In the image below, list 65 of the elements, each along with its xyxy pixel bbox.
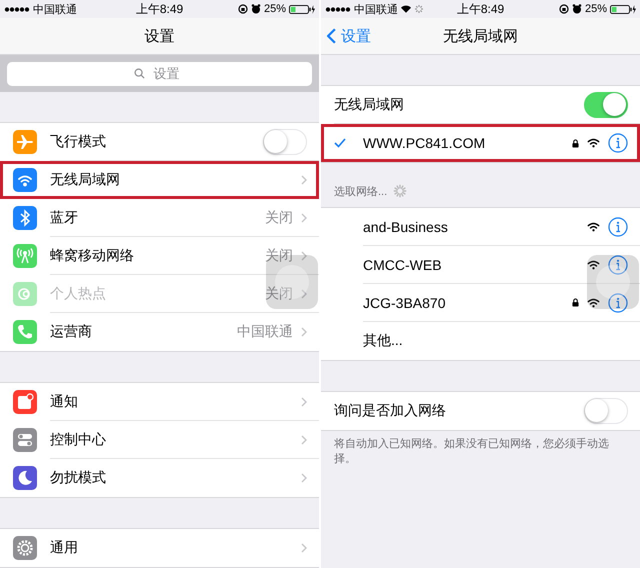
row-label: 勿扰模式 (50, 469, 106, 487)
row-label: 通知 (50, 392, 78, 410)
row-label: 飞行模式 (50, 132, 106, 150)
network-name: WWW.PC841.COM (363, 135, 486, 151)
wifi-icon (587, 222, 600, 232)
battery-percent: 25% (264, 3, 286, 15)
search-icon (134, 68, 145, 79)
carrier-name: 中国联通 (354, 2, 398, 16)
rotation-lock-icon (238, 4, 248, 14)
section-header: 选取网络... (334, 184, 388, 198)
row-value: 关闭 (265, 284, 293, 302)
battery-charging-icon (288, 4, 315, 14)
status-time: 上午8:49 (456, 0, 504, 18)
battery-percent: 25% (584, 3, 607, 15)
row-label: 控制中心 (50, 430, 106, 448)
signal-icon (4, 6, 30, 12)
info-button[interactable] (608, 133, 628, 153)
chevron-icon (301, 543, 307, 553)
network-name: CMCC-WEB (363, 256, 442, 272)
toggle-switch[interactable] (584, 92, 628, 118)
settings-row[interactable]: 无线局域网 (0, 161, 319, 199)
row-value: 中国联通 (237, 323, 293, 341)
row-label: 蜂窝移动网络 (50, 246, 134, 264)
network-name: JCG-3BA870 (363, 294, 446, 310)
chevron-icon (301, 212, 307, 222)
network-name: 其他... (363, 332, 403, 350)
chevron-icon (301, 288, 307, 298)
screen-title: 设置 (144, 26, 174, 46)
back-chevron-icon (327, 28, 336, 44)
carrier-name: 中国联通 (33, 2, 77, 16)
chevron-icon (301, 473, 307, 483)
row-label: 无线局域网 (334, 96, 404, 114)
chevron-icon (301, 434, 307, 444)
search-field[interactable]: 设置 (7, 62, 312, 86)
rotation-lock-icon (558, 4, 569, 14)
info-button[interactable] (608, 216, 628, 236)
footer-note: 将自动加入已知网络。如果没有已知网络，您必须手动选择。 (334, 437, 610, 467)
chevron-icon (301, 174, 307, 184)
chevron-icon (301, 250, 307, 260)
status-time: 上午8:49 (136, 0, 184, 18)
row-label: 通用 (50, 539, 78, 557)
alarm-clock-icon (572, 4, 582, 14)
screen-title: 无线局域网 (443, 26, 518, 46)
chevron-icon (301, 396, 307, 406)
row-label: 蓝牙 (50, 208, 78, 226)
alarm-clock-icon (250, 4, 261, 14)
loading-spinner-icon (393, 184, 408, 198)
info-button[interactable] (608, 292, 628, 312)
row-label: 个人热点 (50, 284, 106, 302)
info-button[interactable] (608, 254, 628, 274)
battery-charging-icon (610, 4, 636, 14)
row-label: 运营商 (50, 323, 92, 341)
chevron-icon (301, 327, 307, 337)
wifi-icon (587, 260, 600, 270)
signal-icon (325, 6, 351, 12)
network-row[interactable]: WWW.PC841.COM (321, 124, 640, 162)
wifi-icon (587, 138, 600, 148)
wifi-icon (587, 298, 600, 308)
row-label: 无线局域网 (50, 170, 120, 188)
row-value: 关闭 (265, 208, 293, 226)
network-name: and-Business (363, 218, 448, 234)
row-label: 询问是否加入网络 (334, 402, 446, 420)
row-value: 关闭 (265, 246, 293, 264)
assistive-touch-button[interactable] (587, 255, 639, 309)
back-button[interactable]: 设置 (327, 18, 371, 54)
